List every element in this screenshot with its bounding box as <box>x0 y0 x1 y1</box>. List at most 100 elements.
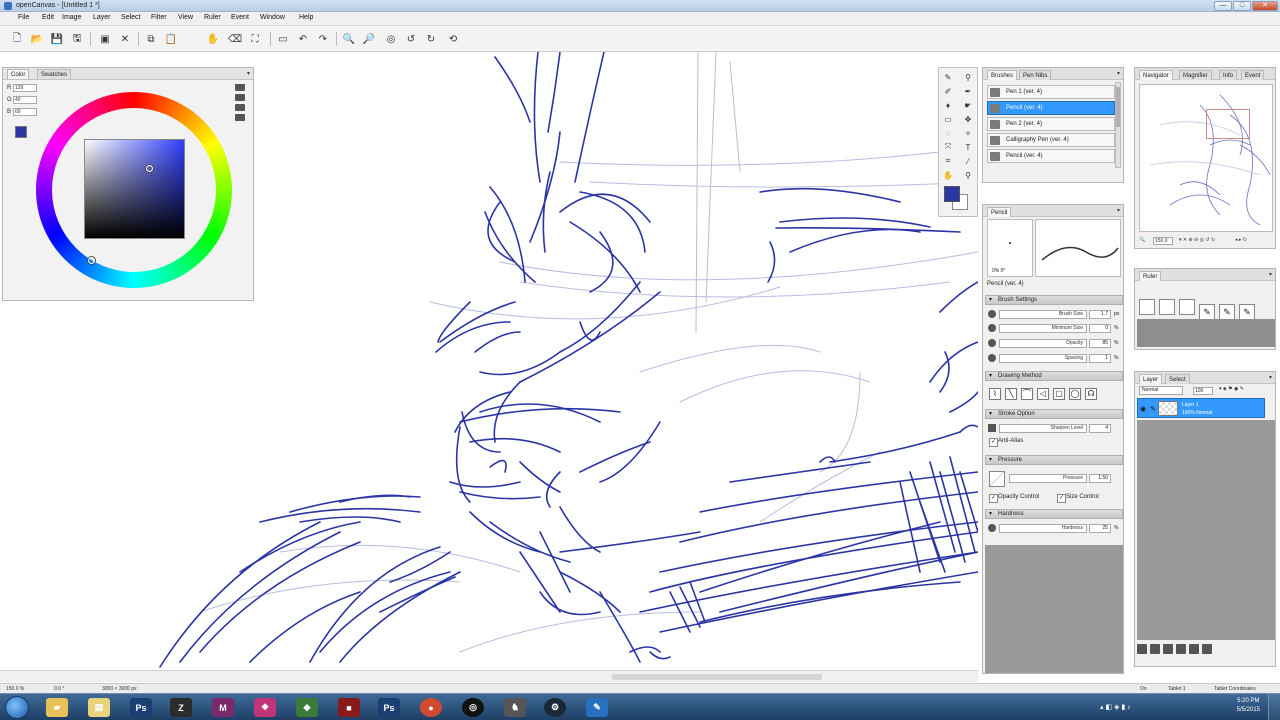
app-character-icon[interactable]: ♞ <box>504 698 526 717</box>
minimum-size-input[interactable]: 0 <box>1089 324 1111 333</box>
tab-select[interactable]: Select <box>1165 374 1190 384</box>
deselect-icon[interactable]: ▭ <box>276 32 290 46</box>
mudbox-icon[interactable]: M <box>212 698 234 717</box>
transform-icon[interactable]: ⤧ <box>941 141 955 153</box>
color-mode-icon[interactable] <box>235 94 245 101</box>
merge-layer-icon[interactable] <box>1176 644 1186 654</box>
stroke-option-header[interactable]: Stroke Option <box>985 409 1123 419</box>
save-as-icon[interactable]: 🖫 <box>70 32 84 46</box>
menu-image[interactable]: Image <box>62 14 81 21</box>
show-desktop-button[interactable] <box>1268 694 1280 720</box>
zoom-out-icon[interactable]: 🔎 <box>362 32 376 46</box>
eraser-icon[interactable]: ⌫ <box>228 32 242 46</box>
clock[interactable]: 5:20 PM 5/5/2015 <box>1237 697 1260 715</box>
tab-magnifier[interactable]: Magnifier <box>1179 70 1212 80</box>
minimum-size-slider[interactable]: Minimum Size 0 % <box>987 323 1123 334</box>
panel-menu-arrow-icon[interactable]: ▾ <box>1269 271 1272 278</box>
tab-navigator[interactable]: Navigator <box>1139 70 1173 80</box>
brush-size-slider[interactable]: Brush Size 1.7 px <box>987 309 1123 320</box>
opacity-input[interactable]: 85 <box>1089 339 1111 348</box>
brush-item-selected[interactable]: Pencil (ver. 4) <box>987 101 1115 115</box>
tab-ruler[interactable]: Ruler <box>1139 271 1162 281</box>
menu-file[interactable]: File <box>18 14 29 21</box>
ellipse-icon[interactable]: ◯ <box>1069 388 1081 400</box>
brush-tool-icon[interactable]: ✐ <box>941 85 955 97</box>
reset-view-icon[interactable]: ◎ <box>384 32 398 46</box>
layer-opacity-input[interactable]: 100 <box>1193 387 1213 395</box>
move-tool-icon[interactable]: ✥ <box>961 113 975 125</box>
zoom-out-icon[interactable]: 🔍 <box>1139 237 1145 243</box>
spacing-slider[interactable]: Spacing 1 % <box>987 353 1123 364</box>
menu-edit[interactable]: Edit <box>42 14 54 21</box>
panel-menu-arrow-icon[interactable]: ▾ <box>247 70 250 77</box>
rotate-left-icon[interactable]: ↺ <box>404 32 418 46</box>
brush-settings-header[interactable]: Brush Settings <box>985 295 1123 305</box>
new-folder-icon[interactable] <box>1150 644 1160 654</box>
airbrush-icon[interactable]: ✒ <box>961 85 975 97</box>
current-color-swatch[interactable] <box>15 126 27 138</box>
menu-view[interactable]: View <box>178 14 193 21</box>
polyline-icon[interactable]: ◁ <box>1037 388 1049 400</box>
rotate-reset-icon[interactable]: ⟲ <box>446 32 460 46</box>
panel-menu-arrow-icon[interactable]: ▾ <box>1269 374 1272 381</box>
ruler-pen-icon[interactable]: ✎ <box>1239 304 1255 320</box>
layer-lock-icons[interactable]: ▾ ◈ ⚑ ◉ ✎ <box>1219 386 1244 392</box>
open-file-icon[interactable]: 📂 <box>30 32 44 46</box>
folder-icon[interactable]: ▰ <box>46 698 68 717</box>
pen-tool-icon[interactable]: ✎ <box>941 71 955 83</box>
rectangle-icon[interactable]: ▢ <box>1053 388 1065 400</box>
navigator-buttons-icon[interactable]: ▾ ✕ ⊕ ⊖ ◎ ↺ ↻ <box>1179 237 1215 243</box>
color-mode-icon[interactable] <box>235 84 245 91</box>
menu-help[interactable]: Help <box>299 14 313 21</box>
tab-brushes[interactable]: Brushes <box>987 70 1018 80</box>
brush-item[interactable]: Pen 2 (ver. 4) <box>987 117 1115 131</box>
app-red-icon[interactable]: ■ <box>338 698 360 717</box>
brush-list-scrollbar[interactable] <box>1115 82 1121 168</box>
saturation-value-square[interactable] <box>84 139 185 239</box>
hand-icon[interactable]: ✋ <box>941 169 955 181</box>
pressure-input[interactable]: 1.50 <box>1089 474 1111 483</box>
tab-color[interactable]: Color <box>7 69 30 79</box>
menu-filter[interactable]: Filter <box>151 14 167 21</box>
color-mode-icon[interactable] <box>235 114 245 121</box>
crop-icon[interactable]: ⌗ <box>941 155 955 167</box>
hardness-header[interactable]: Hardness <box>985 509 1123 519</box>
copy-icon[interactable]: ⧉ <box>144 32 158 46</box>
menu-event[interactable]: Event <box>231 14 249 21</box>
hand-tool-icon[interactable]: ✋ <box>206 32 220 46</box>
tab-pen-nibs[interactable]: Pen Nibs <box>1019 70 1052 80</box>
redo-disabled-icon[interactable]: ↷ <box>316 32 330 46</box>
ruler-pen-icon[interactable]: ✎ <box>1219 304 1235 320</box>
steam-icon[interactable]: ⚙ <box>544 698 566 717</box>
fullscreen-icon[interactable]: ⛶ <box>248 32 262 46</box>
tab-event[interactable]: Event <box>1241 70 1265 80</box>
ruler-blank-icon[interactable] <box>1159 299 1175 315</box>
zbrush-icon[interactable]: Z <box>170 698 192 717</box>
tray-icons[interactable]: ▴ ◧ ◈ ▮ ♪ <box>1100 703 1131 711</box>
rect-select-icon[interactable]: ▭ <box>941 113 955 125</box>
duplicate-layer-icon[interactable] <box>1163 644 1173 654</box>
obs-icon[interactable]: ◎ <box>462 698 484 717</box>
opencanvas-icon[interactable]: ✎ <box>586 698 608 717</box>
paste-icon[interactable]: 📋 <box>164 32 178 46</box>
maximize-button[interactable]: □ <box>1233 1 1251 11</box>
minimize-button[interactable]: — <box>1214 1 1232 11</box>
photoshop-icon[interactable]: Ps <box>130 698 152 717</box>
notes-icon[interactable]: ▤ <box>88 698 110 717</box>
menu-layer[interactable]: Layer <box>93 14 111 21</box>
size-control-checkbox[interactable]: Size Control <box>1057 493 1099 503</box>
brush-size-input[interactable]: 1.7 <box>1089 310 1111 319</box>
print-icon[interactable]: ▣ <box>98 32 112 46</box>
picker-icon[interactable]: ⁄ <box>961 155 975 167</box>
close-button[interactable]: ✕ <box>1252 1 1278 11</box>
chrome-icon[interactable]: ● <box>420 698 442 717</box>
undo-disabled-icon[interactable]: ↶ <box>296 32 310 46</box>
delete-layer-icon[interactable] <box>1202 644 1212 654</box>
hardness-slider[interactable]: Hardness 25 % <box>987 523 1123 534</box>
navigator-viewport-frame[interactable] <box>1206 109 1250 139</box>
spacing-input[interactable]: 1 <box>1089 354 1111 363</box>
sharpen-level-row[interactable]: Sharpen Level 4 <box>987 423 1123 434</box>
brush-item[interactable]: Pencil (ver. 4) <box>987 149 1115 163</box>
text-tool-icon[interactable]: T <box>961 141 975 153</box>
anti-alias-checkbox[interactable]: Anti-Alias <box>989 437 1023 447</box>
